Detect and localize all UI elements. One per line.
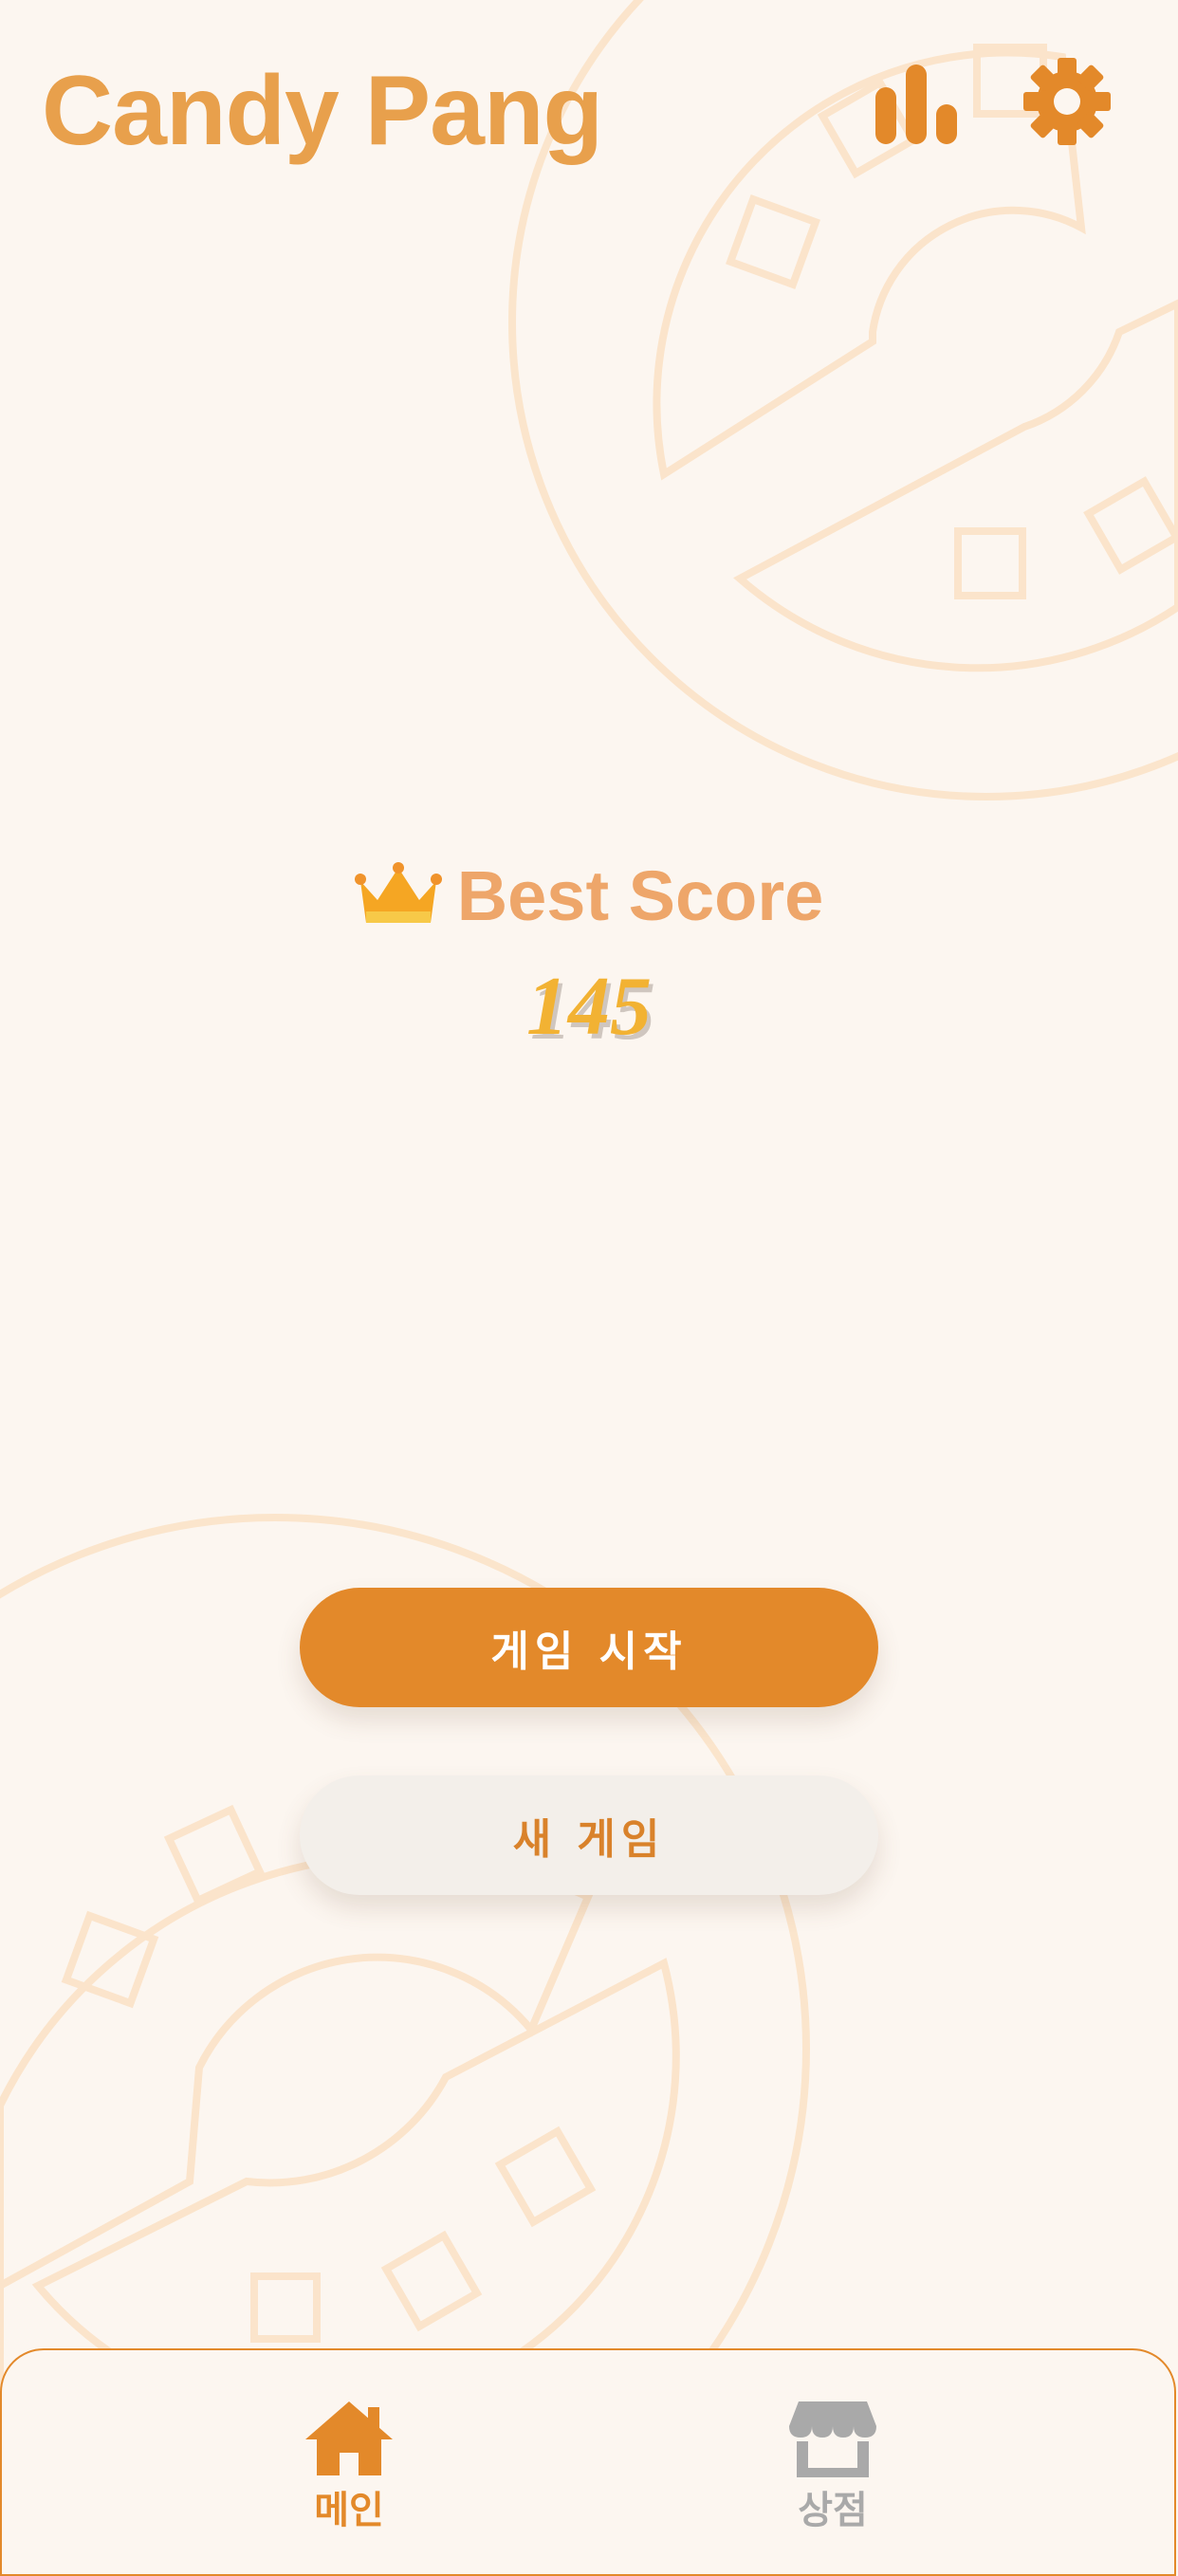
nav-label-main: 메인 — [314, 2489, 384, 2532]
top-bar: Candy Pang — [0, 0, 1178, 218]
background-candy-decoration — [0, 0, 1178, 2549]
settings-button[interactable] — [1015, 49, 1119, 154]
best-score-header: Best Score — [0, 854, 1178, 939]
best-score-label: Best Score — [456, 856, 824, 935]
nav-item-main[interactable]: 메인 — [254, 2398, 444, 2534]
start-game-button[interactable]: 게임 시작 — [300, 1588, 878, 1707]
best-score-panel: Best Score 145 — [0, 854, 1178, 1055]
bar-chart-icon — [875, 64, 957, 144]
nav-item-shop[interactable]: 상점 — [738, 2398, 928, 2534]
new-game-button[interactable]: 새 게임 — [300, 1776, 878, 1895]
gear-icon — [1023, 58, 1111, 145]
nav-label-shop: 상점 — [798, 2489, 868, 2532]
bottom-nav: 메인 상점 — [0, 2348, 1176, 2576]
app-title: Candy Pang — [42, 56, 603, 166]
stats-button[interactable] — [863, 52, 967, 156]
home-icon — [305, 2401, 393, 2475]
crown-icon — [354, 862, 442, 923]
store-icon — [789, 2401, 876, 2477]
best-score-value: 145 — [526, 961, 652, 1053]
